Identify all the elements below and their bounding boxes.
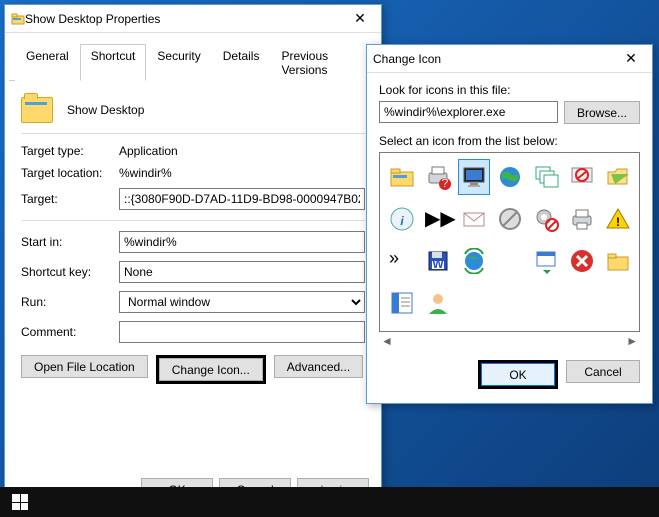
shortcut-key-input[interactable] bbox=[119, 261, 365, 283]
cascade-windows-icon[interactable] bbox=[530, 159, 562, 195]
shortcut-large-icon bbox=[21, 97, 53, 123]
info-icon[interactable]: i bbox=[386, 201, 418, 237]
error-icon[interactable] bbox=[566, 243, 598, 279]
printer-icon[interactable] bbox=[566, 201, 598, 237]
shortcut-name: Show Desktop bbox=[67, 103, 144, 117]
properties-titlebar[interactable]: Show Desktop Properties ✕ bbox=[5, 5, 381, 33]
tab-strip: General Shortcut Security Details Previo… bbox=[9, 37, 377, 81]
empty-slot bbox=[494, 243, 526, 279]
change-icon-title: Change Icon bbox=[373, 52, 616, 66]
ok-highlight: OK bbox=[478, 360, 558, 389]
start-in-input[interactable] bbox=[119, 231, 365, 253]
fast-forward-icon[interactable]: ▶▶ bbox=[422, 201, 454, 237]
icon-list[interactable]: ? i ▶▶ ! » W bbox=[379, 152, 640, 332]
globe-sync-icon[interactable] bbox=[458, 243, 490, 279]
run-select[interactable]: Normal window bbox=[119, 291, 365, 313]
run-label: Run: bbox=[21, 295, 119, 309]
window-arrow-icon[interactable] bbox=[530, 243, 562, 279]
tab-shortcut[interactable]: Shortcut bbox=[80, 44, 147, 81]
look-for-label: Look for icons in this file: bbox=[379, 83, 640, 97]
empty-slot bbox=[458, 285, 490, 321]
globe-icon[interactable] bbox=[494, 159, 526, 195]
start-button[interactable] bbox=[0, 487, 40, 517]
monitor-icon[interactable] bbox=[458, 159, 490, 195]
folder-plain-icon[interactable] bbox=[602, 243, 634, 279]
open-file-location-button[interactable]: Open File Location bbox=[21, 355, 148, 378]
svg-text:W: W bbox=[432, 257, 444, 271]
change-icon-highlight: Change Icon... bbox=[156, 355, 266, 384]
divider bbox=[21, 220, 365, 221]
tab-details[interactable]: Details bbox=[212, 44, 271, 81]
target-location-value: %windir% bbox=[119, 166, 172, 180]
gear-blocked-icon[interactable] bbox=[530, 201, 562, 237]
change-icon-titlebar[interactable]: Change Icon ✕ bbox=[367, 45, 652, 73]
horizontal-scrollbar[interactable]: ◄► bbox=[379, 334, 640, 346]
user-icon[interactable] bbox=[422, 285, 454, 321]
change-icon-cancel-button[interactable]: Cancel bbox=[566, 360, 640, 383]
divider bbox=[21, 133, 365, 134]
window-app-icon bbox=[11, 12, 25, 26]
tab-security[interactable]: Security bbox=[146, 44, 211, 81]
change-icon-ok-button[interactable]: OK bbox=[481, 363, 555, 386]
advanced-button[interactable]: Advanced... bbox=[274, 355, 363, 378]
close-icon[interactable]: ✕ bbox=[345, 7, 375, 31]
blocked-icon[interactable] bbox=[494, 201, 526, 237]
target-label: Target: bbox=[21, 192, 119, 206]
taskbar[interactable] bbox=[0, 487, 659, 517]
shortcut-key-label: Shortcut key: bbox=[21, 265, 119, 279]
icon-path-input[interactable] bbox=[379, 101, 558, 123]
tab-general[interactable]: General bbox=[15, 44, 80, 81]
folder-icon[interactable] bbox=[386, 159, 418, 195]
browse-button[interactable]: Browse... bbox=[564, 101, 640, 124]
chevron-right-icon[interactable]: » bbox=[386, 243, 418, 279]
change-icon-dialog: Change Icon ✕ Look for icons in this fil… bbox=[366, 44, 653, 404]
svg-text:!: ! bbox=[616, 215, 620, 229]
target-location-label: Target location: bbox=[21, 166, 119, 180]
target-input[interactable] bbox=[119, 188, 365, 210]
windows-logo-icon bbox=[12, 494, 28, 510]
start-in-label: Start in: bbox=[21, 235, 119, 249]
monitor-blocked-icon[interactable] bbox=[566, 159, 598, 195]
close-icon[interactable]: ✕ bbox=[616, 47, 646, 71]
tab-previous-versions[interactable]: Previous Versions bbox=[270, 44, 371, 81]
target-type-value: Application bbox=[119, 144, 178, 158]
properties-title: Show Desktop Properties bbox=[25, 12, 345, 26]
svg-text:?: ? bbox=[442, 176, 449, 190]
list-panel-icon[interactable] bbox=[386, 285, 418, 321]
select-icon-label: Select an icon from the list below: bbox=[379, 134, 640, 148]
properties-dialog: Show Desktop Properties ✕ General Shortc… bbox=[4, 4, 382, 512]
floppy-letter-icon[interactable]: W bbox=[422, 243, 454, 279]
properties-body: Show Desktop Target type: Application Ta… bbox=[5, 85, 381, 396]
envelope-icon[interactable] bbox=[458, 201, 490, 237]
printer-question-icon[interactable]: ? bbox=[422, 159, 454, 195]
comment-input[interactable] bbox=[119, 321, 365, 343]
warning-icon[interactable]: ! bbox=[602, 201, 634, 237]
comment-label: Comment: bbox=[21, 325, 119, 339]
target-type-label: Target type: bbox=[21, 144, 119, 158]
folder-open-icon[interactable] bbox=[602, 159, 634, 195]
change-icon-button[interactable]: Change Icon... bbox=[159, 358, 263, 381]
